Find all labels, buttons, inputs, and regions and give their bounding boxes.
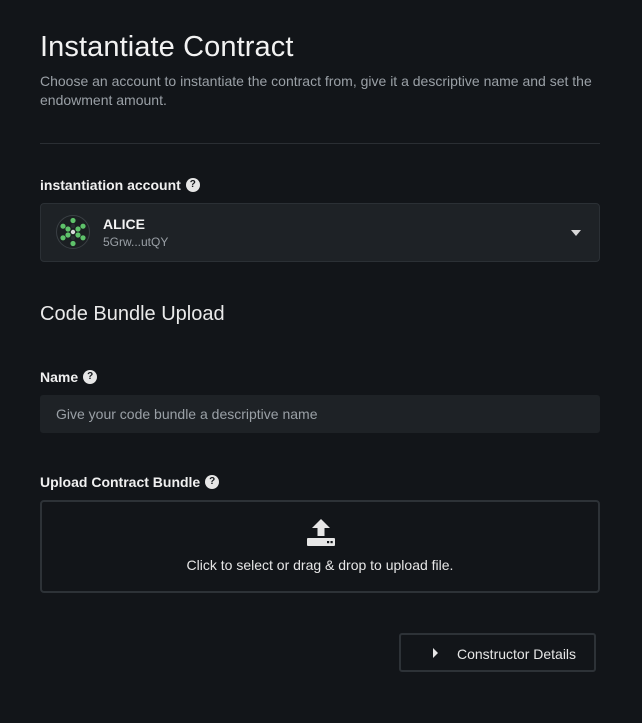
question-circle-icon[interactable]: ? bbox=[185, 178, 200, 192]
bundle-name-input[interactable] bbox=[40, 395, 600, 433]
question-circle-icon[interactable]: ? bbox=[205, 475, 220, 489]
upload-icon bbox=[307, 519, 335, 546]
upload-dropzone-text: Click to select or drag & drop to upload… bbox=[186, 557, 454, 573]
upload-dropzone[interactable]: Click to select or drag & drop to upload… bbox=[40, 500, 600, 593]
account-select[interactable]: ALICE 5Grw...utQY bbox=[40, 203, 600, 262]
caret-right-icon bbox=[433, 648, 438, 658]
account-address: 5Grw...utQY bbox=[103, 235, 169, 249]
account-name: ALICE bbox=[103, 216, 145, 232]
identicon-avatar bbox=[56, 215, 90, 249]
header-divider bbox=[40, 143, 600, 144]
page-subtitle: Choose an account to instantiate the con… bbox=[40, 73, 592, 108]
constructor-details-button[interactable]: Constructor Details bbox=[399, 633, 596, 672]
instantiation-account-label: instantiation account ? bbox=[40, 177, 200, 193]
upload-contract-bundle-label: Upload Contract Bundle ? bbox=[40, 474, 220, 490]
upload-contract-bundle-label-text: Upload Contract Bundle bbox=[40, 474, 201, 490]
constructor-details-label: Constructor Details bbox=[457, 646, 577, 662]
code-bundle-section-title: Code Bundle Upload bbox=[40, 303, 225, 325]
instantiation-account-label-text: instantiation account bbox=[40, 177, 181, 193]
question-circle-icon[interactable]: ? bbox=[83, 370, 98, 384]
name-label-text: Name bbox=[40, 369, 79, 385]
chevron-down-icon[interactable] bbox=[571, 230, 581, 236]
instantiate-contract-page: Instantiate Contract Choose an account t… bbox=[0, 0, 642, 723]
page-title: Instantiate Contract bbox=[40, 31, 294, 63]
name-label: Name ? bbox=[40, 369, 98, 385]
